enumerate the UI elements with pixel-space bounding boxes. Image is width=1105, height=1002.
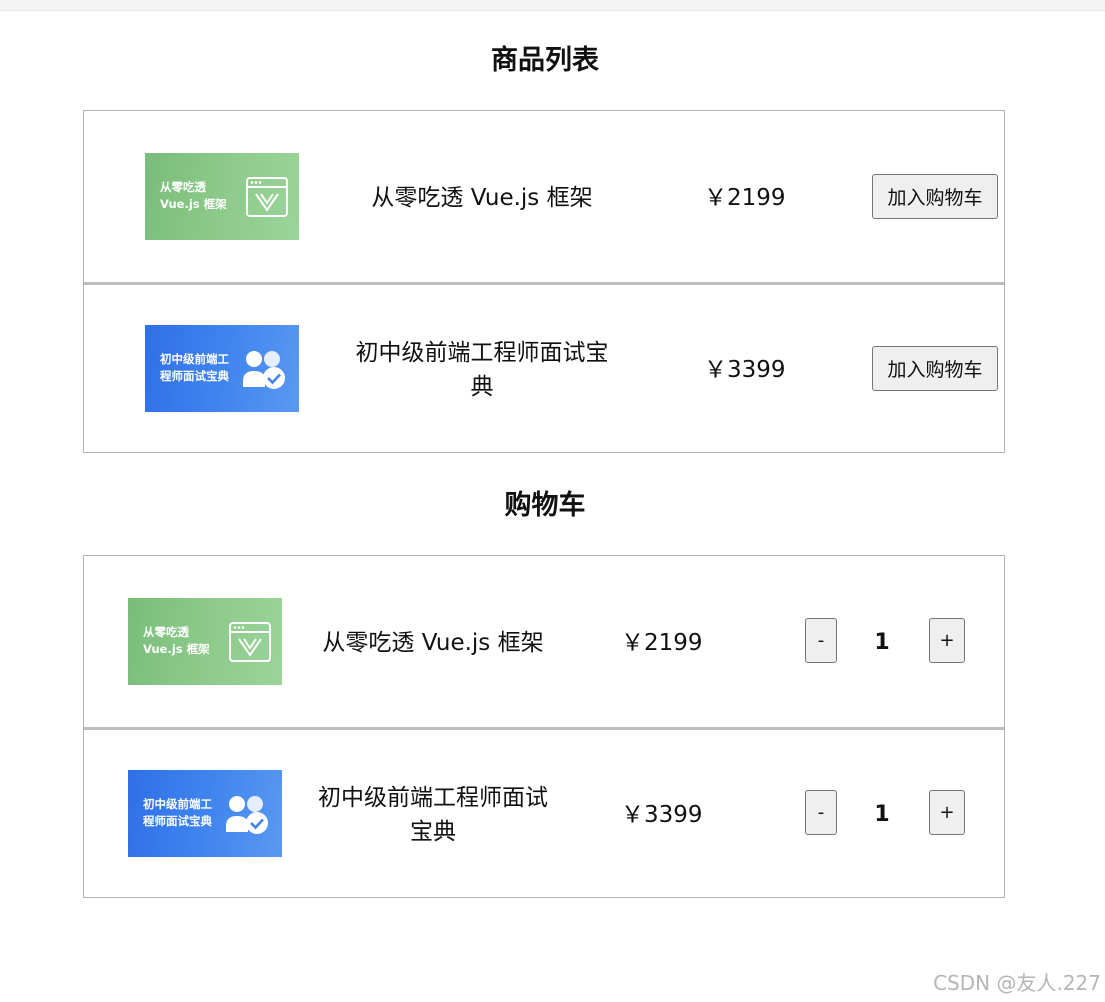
cart-item-name: 从零吃透 Vue.js 框架 [322, 630, 544, 656]
cart-item-name: 初中级前端工程师面试宝典 [318, 785, 548, 845]
product-price: ￥2199 [704, 185, 786, 211]
users-check-icon [243, 351, 285, 389]
thumbnail-text: 初中级前端工 程师面试宝典 [143, 797, 212, 828]
decrease-quantity-button[interactable]: - [805, 618, 837, 663]
product-name: 初中级前端工程师面试宝典 [355, 340, 609, 400]
add-to-cart-button[interactable]: 加入购物车 [872, 346, 998, 391]
cart-title: 购物车 [504, 490, 586, 521]
thumbnail-text: 初中级前端工 程师面试宝典 [160, 352, 229, 383]
thumbnail-text: 从零吃透 Vue.js 框架 [143, 625, 210, 656]
increase-quantity-button[interactable]: + [929, 790, 965, 835]
product-list-panel: 从零吃透 Vue.js 框架 从零吃透 Vue.js 框架 ￥2199 加入购物… [83, 110, 1005, 453]
cart-row: 从零吃透 Vue.js 框架 从零吃透 Vue.js 框架 ￥2199 - 1 … [84, 556, 1004, 727]
product-list-title: 商品列表 [491, 45, 599, 76]
cart-item-thumbnail: 初中级前端工 程师面试宝典 [128, 770, 282, 857]
csdn-watermark: CSDN @友人.227 [933, 971, 1101, 995]
add-to-cart-button[interactable]: 加入购物车 [872, 174, 998, 219]
product-row: 初中级前端工 程师面试宝典 初中级前端工程师面试宝典 ￥3399 加入购物车 [84, 282, 1004, 455]
quantity-value: 1 [874, 802, 890, 827]
quantity-value: 1 [874, 630, 890, 655]
cart-item-price: ￥2199 [621, 630, 703, 656]
product-thumbnail: 初中级前端工 程师面试宝典 [145, 325, 299, 412]
cart-row: 初中级前端工 程师面试宝典 初中级前端工程师面试宝典 ￥3399 - 1 + [84, 727, 1004, 900]
thumbnail-text: 从零吃透 Vue.js 框架 [160, 180, 227, 211]
product-row: 从零吃透 Vue.js 框架 从零吃透 Vue.js 框架 ￥2199 加入购物… [84, 111, 1004, 282]
product-name: 从零吃透 Vue.js 框架 [371, 185, 593, 211]
decrease-quantity-button[interactable]: - [805, 790, 837, 835]
increase-quantity-button[interactable]: + [929, 618, 965, 663]
cart-panel: 从零吃透 Vue.js 框架 从零吃透 Vue.js 框架 ￥2199 - 1 … [83, 555, 1005, 898]
cart-item-thumbnail: 从零吃透 Vue.js 框架 [128, 598, 282, 685]
browser-window-vue-icon [246, 177, 288, 217]
product-thumbnail: 从零吃透 Vue.js 框架 [145, 153, 299, 240]
users-check-icon [226, 796, 268, 834]
product-price: ￥3399 [704, 357, 786, 383]
browser-top-strip [0, 0, 1105, 11]
browser-window-vue-icon [229, 622, 271, 662]
cart-item-price: ￥3399 [621, 802, 703, 828]
